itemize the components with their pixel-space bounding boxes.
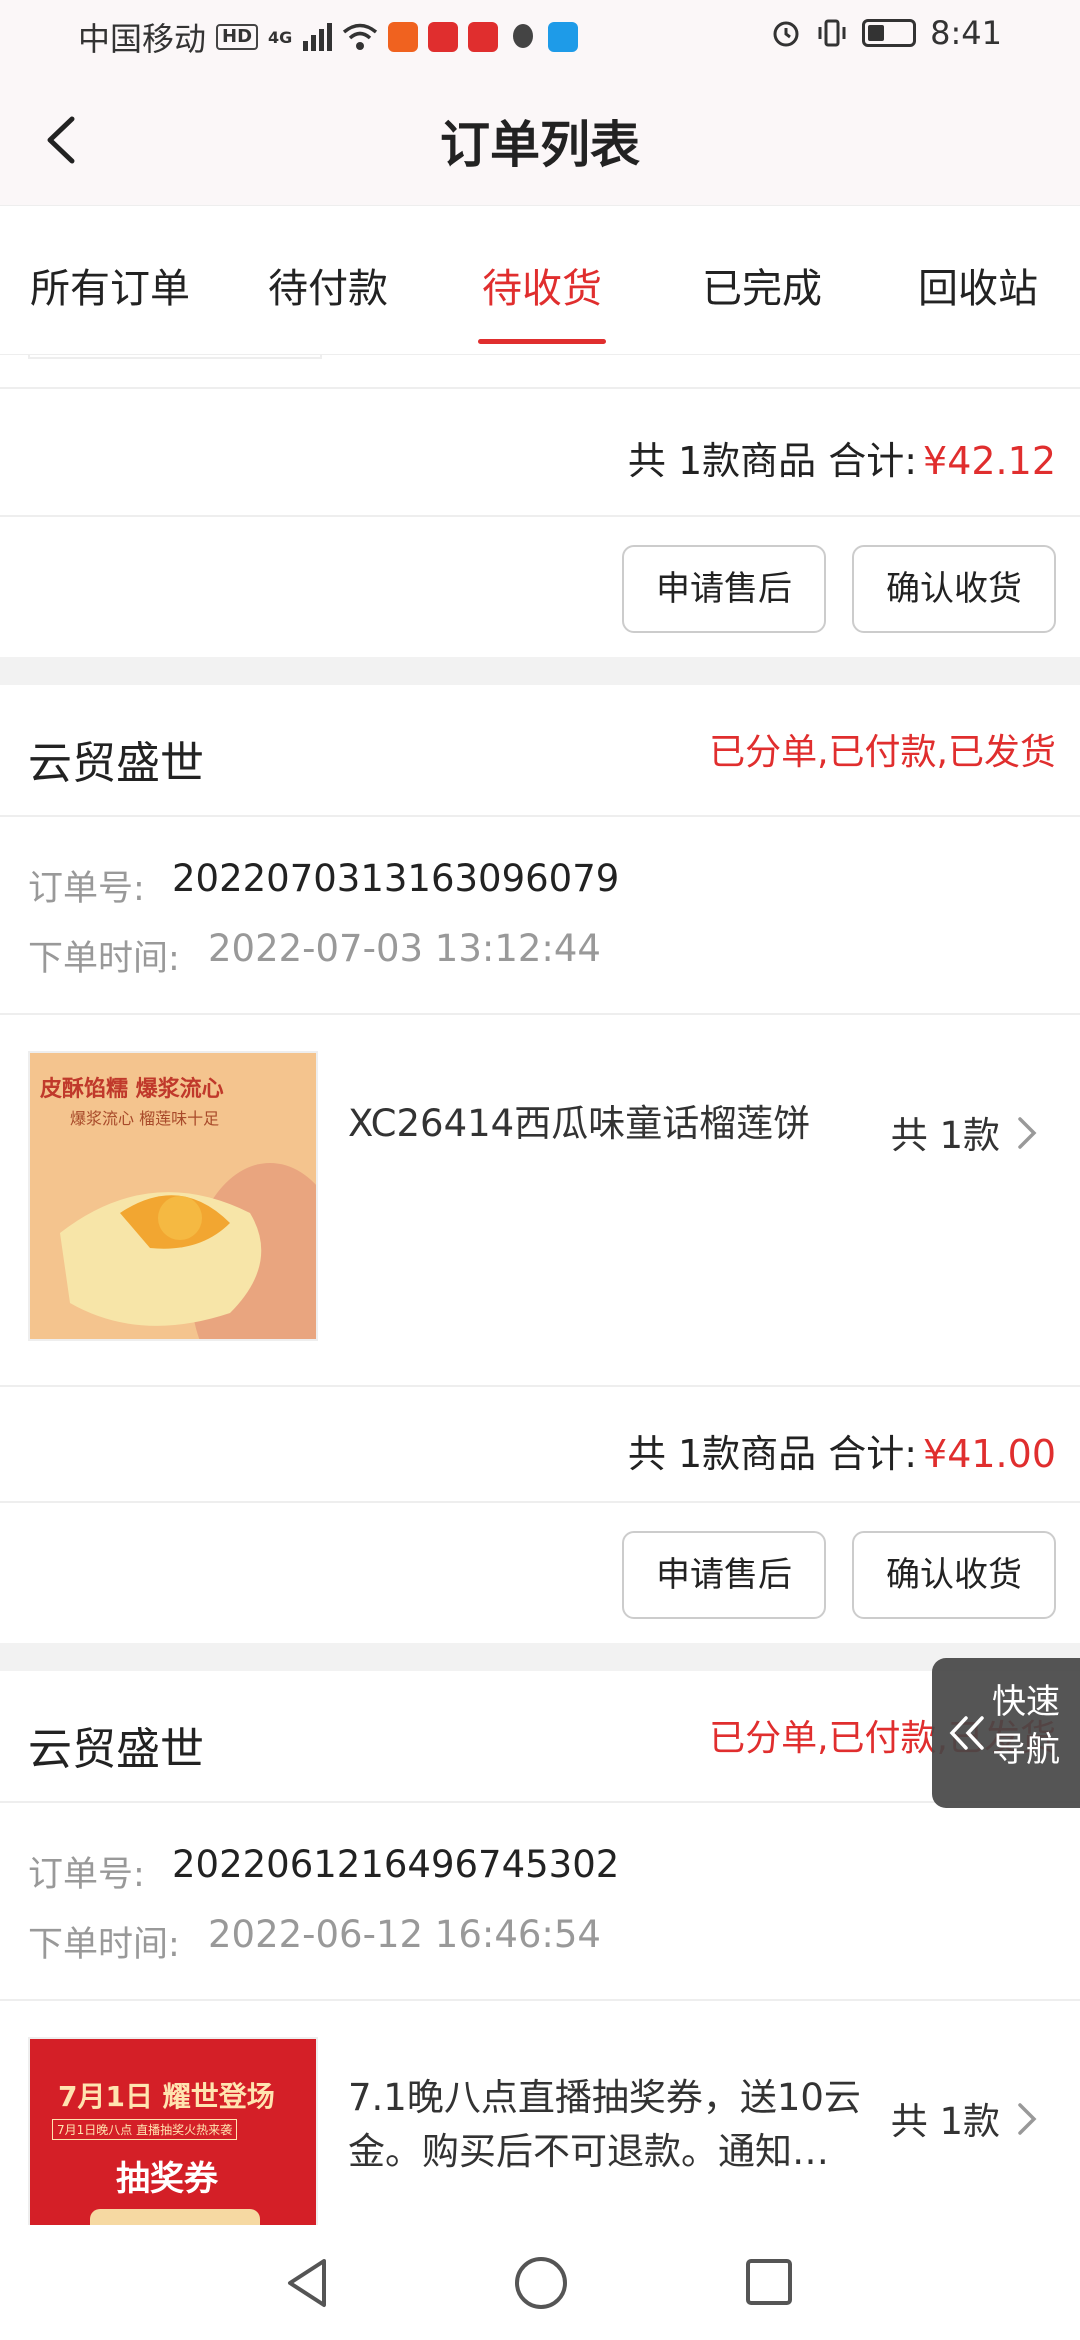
page-title: 订单列表 bbox=[440, 116, 640, 174]
browser-app-icon bbox=[548, 22, 579, 52]
image-caption-2: 7月1日晚八点 直播抽奖火热来袭 bbox=[52, 2119, 238, 2140]
alarm-icon bbox=[773, 21, 799, 47]
tab-completed[interactable]: 已完成 bbox=[702, 256, 822, 314]
order-total: ¥42.12 bbox=[923, 439, 1056, 483]
wifi-icon bbox=[343, 23, 378, 50]
divider bbox=[0, 1801, 1080, 1803]
tab-pending-receipt[interactable]: 待收货 bbox=[482, 256, 602, 314]
divider bbox=[0, 1999, 1080, 2001]
carrier-label: 中国移动 bbox=[78, 20, 207, 58]
summary-label: 共 1款商品 合计: bbox=[627, 439, 918, 483]
double-chevron-left-icon bbox=[949, 1716, 984, 1750]
order-card: 云贸盛世 已分单,已付款,已发货 订单号: 202206121649674530… bbox=[0, 1671, 1080, 2225]
quick-nav-button[interactable]: 快速导航 bbox=[932, 1658, 1080, 1808]
image-caption-1: 7月1日 耀世登场 bbox=[58, 2080, 275, 2113]
image-caption-3: 抽奖券 bbox=[116, 2159, 218, 2199]
image-caption-2: 爆浆流心 榴莲味十足 bbox=[70, 1109, 220, 1128]
tab-pending-payment[interactable]: 待付款 bbox=[268, 256, 388, 314]
status-left: 中国移动 HD 4G bbox=[78, 14, 579, 60]
chevron-right-icon[interactable] bbox=[1012, 1113, 1042, 1153]
order-card: 云贸盛世 已分单,已付款,已发货 订单号: 202207031316309607… bbox=[0, 685, 1080, 1643]
order-time: 2022-07-03 13:12:44 bbox=[208, 927, 601, 970]
divider bbox=[0, 515, 1080, 517]
confirm-receipt-button[interactable]: 确认收货 bbox=[852, 545, 1056, 633]
order-no-label: 订单号: bbox=[28, 1855, 145, 1895]
vibrate-icon bbox=[818, 19, 846, 47]
status-right: 8:41 bbox=[770, 14, 1002, 52]
order-status: 已分单,已付款,已发货 bbox=[709, 732, 1056, 773]
product-name[interactable]: XC26414西瓜味童话榴莲饼 bbox=[348, 1097, 878, 1151]
order-time-label: 下单时间: bbox=[28, 1925, 180, 1965]
order-total: ¥41.00 bbox=[923, 1432, 1056, 1476]
order-summary: 共 1款商品 合计: ¥41.00 bbox=[628, 1423, 1056, 1478]
order-list: 共 1款商品 合计: ¥42.12 申请售后 确认收货 云贸盛世 已分单,已付款,… bbox=[0, 355, 1080, 2225]
after-sale-button[interactable]: 申请售后 bbox=[622, 1531, 826, 1619]
gift-app-icon-2 bbox=[468, 22, 499, 52]
status-bar: 中国移动 HD 4G 8:41 bbox=[0, 0, 1080, 75]
partial-thumb-edge bbox=[28, 355, 322, 359]
product-image[interactable]: 7月1日 耀世登场 7月1日晚八点 直播抽奖火热来袭 抽奖券 bbox=[28, 2037, 318, 2225]
product-qty: 共 1款 bbox=[890, 2100, 1000, 2143]
order-time-label: 下单时间: bbox=[28, 939, 180, 979]
qq-icon bbox=[513, 24, 534, 48]
product-name[interactable]: 7.1晚八点直播抽奖券，送10云金。购买后不可退款。通知… bbox=[348, 2071, 878, 2179]
divider bbox=[0, 387, 1080, 389]
signal-icon bbox=[303, 23, 333, 51]
hd-icon: HD bbox=[216, 24, 259, 50]
clock: 8:41 bbox=[930, 14, 1002, 52]
network-type: 4G bbox=[268, 27, 293, 47]
order-card: 共 1款商品 合计: ¥42.12 申请售后 确认收货 bbox=[0, 355, 1080, 657]
order-number: 2022070313163096079 bbox=[172, 857, 620, 900]
shop-name: 云贸盛世 bbox=[28, 1724, 204, 1775]
order-number: 2022061216496745302 bbox=[172, 1843, 620, 1886]
recents-square-icon[interactable] bbox=[744, 2257, 794, 2307]
divider bbox=[0, 1501, 1080, 1503]
order-no-label: 订单号: bbox=[28, 869, 145, 909]
summary-label: 共 1款商品 合计: bbox=[627, 1432, 918, 1476]
after-sale-button[interactable]: 申请售后 bbox=[622, 545, 826, 633]
coupon-graphic bbox=[90, 2209, 260, 2225]
order-tabs: 所有订单 待付款 待收货 已完成 回收站 bbox=[0, 205, 1080, 355]
shop-name: 云贸盛世 bbox=[28, 738, 204, 789]
download-app-icon bbox=[388, 22, 419, 52]
quick-nav-label: 快速导航 bbox=[992, 1682, 1060, 1770]
gift-app-icon bbox=[428, 22, 459, 52]
nav-bar: 订单列表 bbox=[0, 75, 1080, 205]
divider bbox=[0, 815, 1080, 817]
battery-icon bbox=[862, 19, 917, 47]
order-time: 2022-06-12 16:46:54 bbox=[208, 1913, 601, 1956]
product-image[interactable]: 皮酥馅糯 爆浆流心 爆浆流心 榴莲味十足 bbox=[28, 1051, 318, 1341]
divider bbox=[0, 1385, 1080, 1387]
home-circle-icon[interactable] bbox=[513, 2255, 569, 2311]
confirm-receipt-button[interactable]: 确认收货 bbox=[852, 1531, 1056, 1619]
product-qty: 共 1款 bbox=[890, 1114, 1000, 1157]
tab-all-orders[interactable]: 所有订单 bbox=[30, 256, 190, 314]
image-caption-1: 皮酥馅糯 爆浆流心 bbox=[40, 1077, 224, 1102]
divider bbox=[0, 1013, 1080, 1015]
back-triangle-icon[interactable] bbox=[282, 2255, 332, 2311]
tab-recycle-bin[interactable]: 回收站 bbox=[918, 256, 1038, 314]
system-nav-bar bbox=[0, 2225, 1080, 2340]
order-summary: 共 1款商品 合计: ¥42.12 bbox=[628, 430, 1056, 485]
chevron-right-icon[interactable] bbox=[1012, 2099, 1042, 2139]
active-tab-indicator bbox=[478, 339, 606, 344]
